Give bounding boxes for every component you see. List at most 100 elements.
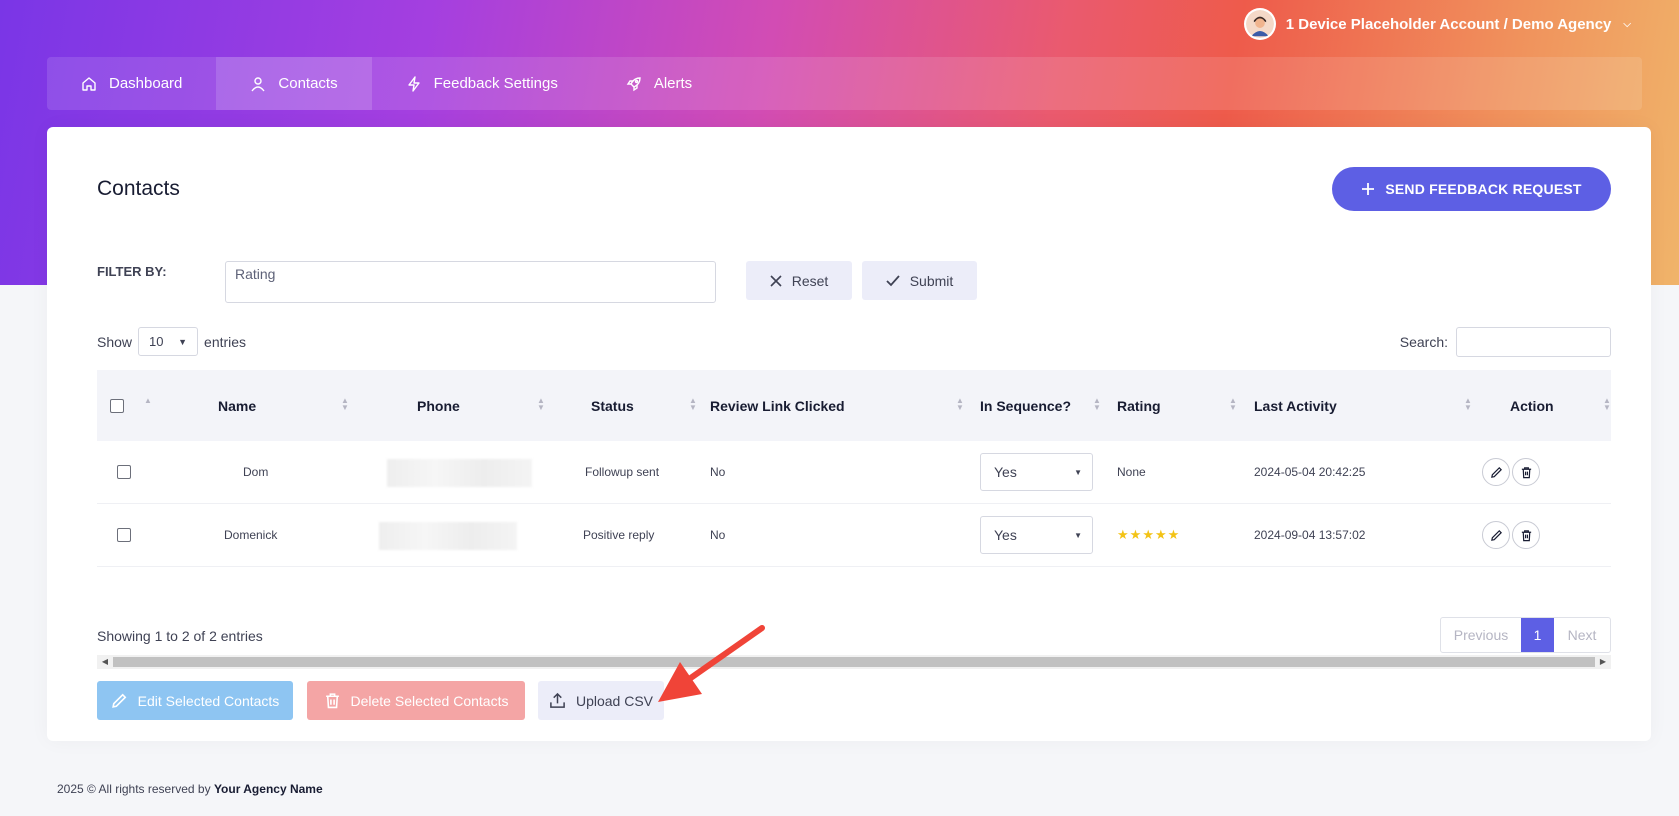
star-icon: ★: [1117, 527, 1129, 542]
plus-icon: [1362, 183, 1375, 195]
edit-contact-button[interactable]: [1482, 521, 1510, 549]
caret-down-icon: ▼: [178, 336, 188, 347]
star-icon: ★: [1142, 527, 1154, 542]
contact-status: Positive reply: [583, 528, 655, 542]
sort-icon[interactable]: ▲ ▼: [341, 397, 349, 412]
pencil-icon: [1490, 466, 1502, 478]
contacts-card: Contacts SEND FEEDBACK REQUEST FILTER BY…: [47, 127, 1651, 741]
entries-value: 10: [149, 334, 164, 349]
column-header-in-sequence[interactable]: In Sequence?: [980, 398, 1071, 414]
submit-label: Submit: [909, 272, 954, 289]
rocket-icon: [626, 76, 641, 91]
previous-page-button[interactable]: Previous: [1441, 618, 1521, 652]
in-sequence-value: Yes: [994, 527, 1017, 543]
table-info: Showing 1 to 2 of 2 entries: [97, 628, 263, 644]
in-sequence-select[interactable]: Yes ▼: [980, 516, 1093, 554]
nav-item-alerts[interactable]: Alerts: [592, 57, 726, 110]
user-icon: [251, 76, 265, 91]
column-header-phone[interactable]: Phone: [417, 398, 460, 414]
page-title: Contacts: [97, 177, 180, 200]
sort-icon[interactable]: ▲ ▼: [1093, 397, 1101, 412]
column-header-review-link-clicked[interactable]: Review Link Clicked: [710, 398, 845, 414]
sort-icon[interactable]: ▲ ▼: [1603, 397, 1611, 412]
last-activity: 2024-09-04 13:57:02: [1254, 528, 1366, 542]
main-nav: Dashboard Contacts Feedback Settings Ale…: [47, 57, 1642, 110]
star-icon: ★: [1129, 527, 1142, 542]
phone-redacted: [379, 522, 517, 550]
entries-label: entries: [204, 333, 247, 350]
star-icon: ★: [1167, 527, 1180, 542]
nav-item-feedback-settings[interactable]: Feedback Settings: [372, 57, 592, 110]
reset-button[interactable]: Reset: [746, 261, 852, 300]
edit-selected-contacts-button[interactable]: Edit Selected Contacts: [97, 681, 293, 720]
footer-agency-name: Your Agency Name: [213, 782, 323, 796]
avatar-person-icon: [1245, 10, 1274, 38]
chevron-down-icon: ⌵: [1623, 18, 1631, 30]
table-row: Domenick Positive reply No Yes ▼ ★ ★ ★ ★…: [97, 504, 1611, 567]
upload-csv-button[interactable]: Upload CSV: [538, 681, 664, 720]
column-header-rating[interactable]: Rating: [1117, 398, 1161, 414]
table-header: ▲ Name ▲ ▼ Phone ▲ ▼ Status ▲ ▼ Review Link…: [97, 370, 1611, 441]
phone-redacted: [387, 459, 532, 487]
pencil-icon: [1490, 529, 1502, 541]
upload-csv-label: Upload CSV: [575, 692, 654, 709]
delete-contact-button[interactable]: [1512, 458, 1540, 486]
scroll-left-icon[interactable]: ◀: [97, 655, 113, 669]
select-all-checkbox[interactable]: [110, 398, 124, 413]
sort-icon[interactable]: ▲ ▼: [537, 397, 545, 412]
column-header-action: Action: [1510, 397, 1554, 414]
last-activity: 2024-05-04 20:42:25: [1254, 465, 1366, 479]
edit-selected-label: Edit Selected Contacts: [137, 692, 280, 709]
caret-down-icon: ▼: [1074, 530, 1082, 540]
page-1-button[interactable]: 1: [1521, 618, 1554, 652]
column-header-last-activity[interactable]: Last Activity: [1254, 398, 1337, 414]
filter-value: Rating: [235, 266, 276, 282]
row-checkbox[interactable]: [117, 528, 131, 542]
review-link-clicked: No: [710, 465, 726, 479]
check-icon: [886, 274, 900, 286]
filter-input[interactable]: Rating: [225, 261, 716, 303]
footer-copyright: 2025 © All rights reserved by: [57, 782, 211, 796]
show-label: Show: [97, 333, 133, 350]
nav-item-label: Feedback Settings: [433, 75, 558, 92]
submit-button[interactable]: Submit: [862, 261, 977, 300]
bolt-icon: [407, 75, 420, 92]
sort-icon[interactable]: ▲ ▼: [689, 397, 697, 412]
search-label: Search:: [1399, 334, 1448, 350]
nav-item-contacts[interactable]: Contacts: [216, 57, 372, 110]
in-sequence-select[interactable]: Yes ▼: [980, 453, 1093, 491]
sort-icon[interactable]: ▲ ▼: [1229, 397, 1237, 412]
annotation-arrow-icon: [658, 625, 765, 702]
table-search: Search:: [1400, 327, 1611, 357]
table-row: Dom Followup sent No Yes ▼ None 2024-05-…: [97, 441, 1611, 504]
caret-down-icon: ▼: [1074, 467, 1082, 477]
review-link-clicked: No: [710, 528, 726, 542]
row-checkbox[interactable]: [117, 465, 131, 479]
contact-status: Followup sent: [585, 465, 660, 479]
trash-icon: [325, 693, 339, 709]
sort-icon[interactable]: ▲: [144, 397, 152, 405]
sort-icon[interactable]: ▲ ▼: [956, 397, 964, 412]
delete-contact-button[interactable]: [1512, 521, 1540, 549]
scrollbar-thumb[interactable]: [113, 657, 1595, 667]
pagination: Previous 1 Next: [1440, 617, 1611, 653]
scroll-right-icon[interactable]: ▶: [1595, 655, 1611, 669]
delete-selected-contacts-button[interactable]: Delete Selected Contacts: [307, 681, 525, 720]
delete-selected-label: Delete Selected Contacts: [350, 692, 509, 709]
next-page-button[interactable]: Next: [1554, 618, 1610, 652]
star-icon: ★: [1154, 527, 1167, 542]
sort-icon[interactable]: ▲ ▼: [1464, 397, 1472, 412]
account-switcher[interactable]: 1 Device Placeholder Account / Demo Agen…: [1243, 7, 1631, 41]
column-header-status[interactable]: Status: [591, 398, 634, 414]
search-input[interactable]: [1456, 327, 1611, 357]
entries-select[interactable]: 10 ▼: [138, 327, 199, 356]
in-sequence-value: Yes: [994, 464, 1017, 480]
send-feedback-request-button[interactable]: SEND FEEDBACK REQUEST: [1332, 167, 1611, 211]
horizontal-scrollbar[interactable]: ◀ ▶: [97, 655, 1611, 669]
column-header-name[interactable]: Name: [218, 398, 256, 414]
close-icon: [770, 274, 782, 287]
edit-contact-button[interactable]: [1482, 458, 1510, 486]
contact-name: Dom: [243, 465, 269, 479]
nav-item-dashboard[interactable]: Dashboard: [47, 57, 216, 110]
rating-stars: ★ ★ ★ ★ ★: [1117, 528, 1179, 541]
